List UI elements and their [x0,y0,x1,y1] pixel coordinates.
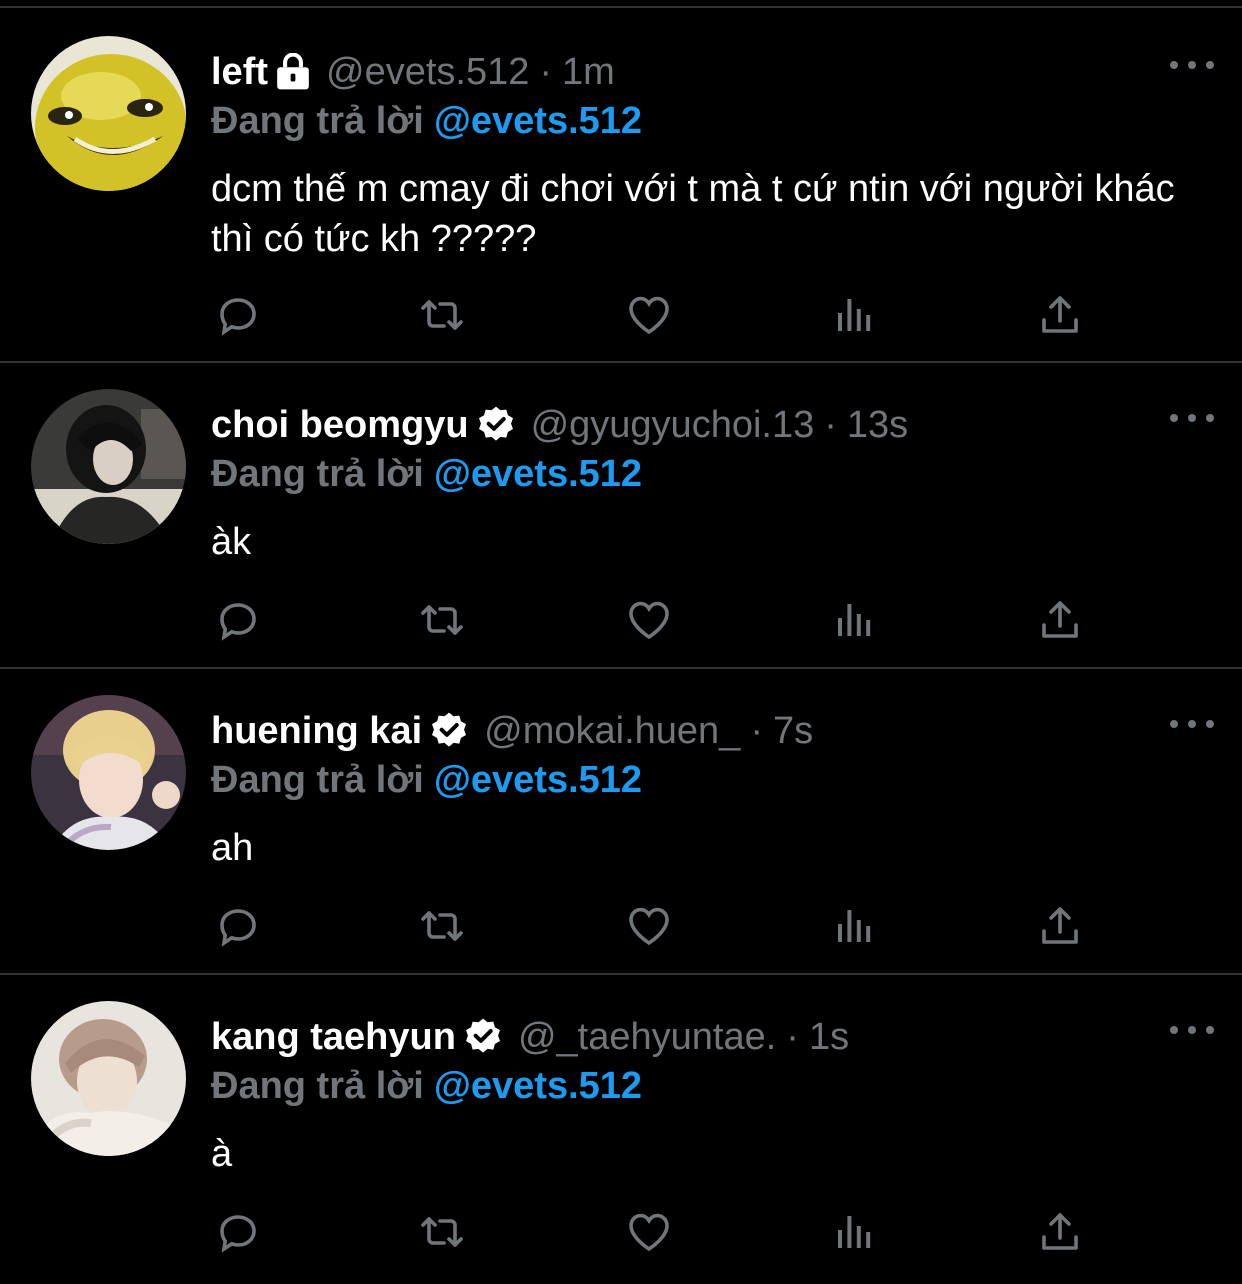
tweet-text: à [211,1133,233,1175]
handle[interactable]: @evets.512 [326,51,529,94]
like-icon[interactable] [622,1207,676,1257]
action-bar [211,290,1091,340]
reply-prefix: Đang trả lời [211,453,424,495]
reply-icon[interactable] [211,1207,265,1257]
separator-dot: · [539,50,553,93]
tweet[interactable]: huening kai @mokai.huen_ · 7s Đang trả l… [0,669,1242,975]
tweet-text: ah [211,827,254,869]
replying-to: Đang trả lời @evets.512 [211,1065,642,1108]
reply-mention-link[interactable]: @evets.512 [434,453,642,495]
tweet-header: choi beomgyu @gyugyuchoi.13 · 13s [211,399,908,451]
analytics-icon[interactable] [828,595,882,645]
avatar[interactable] [31,1001,186,1156]
like-icon[interactable] [622,290,676,340]
reply-mention-link[interactable]: @evets.512 [434,1065,642,1107]
timestamp[interactable]: 1s [809,1016,849,1059]
tweet[interactable]: choi beomgyu @gyugyuchoi.13 · 13s Đang t… [0,363,1242,669]
separator-dot: · [750,709,763,752]
timestamp[interactable]: 13s [847,404,908,447]
analytics-icon[interactable] [828,1207,882,1257]
more-options-icon[interactable] [1170,1019,1214,1041]
reply-prefix: Đang trả lời [211,759,424,801]
action-bar [211,1207,1091,1257]
more-options-icon[interactable] [1170,407,1214,429]
avatar[interactable] [31,36,186,191]
separator-dot: · [824,403,837,446]
analytics-icon[interactable] [828,901,882,951]
tweet[interactable]: left @evets.512 · 1m Đang trả lời @evets.… [0,10,1242,363]
timestamp[interactable]: 1m [562,51,615,94]
reply-mention-link[interactable]: @evets.512 [434,759,642,801]
reply-icon[interactable] [211,290,265,340]
reply-mention-link[interactable]: @evets.512 [434,100,642,142]
tweet-text: dcm thế m cmay đi chơi với t mà t cứ nti… [211,168,1175,260]
reply-icon[interactable] [211,901,265,951]
like-icon[interactable] [622,595,676,645]
timestamp[interactable]: 7s [773,710,813,753]
lock-icon [274,53,312,91]
like-icon[interactable] [622,901,676,951]
reply-prefix: Đang trả lời [211,100,424,142]
verified-icon [428,710,470,752]
retweet-icon[interactable] [415,595,469,645]
replying-to: Đang trả lời @evets.512 [211,100,642,143]
handle[interactable]: @mokai.huen_ [484,710,740,753]
tweet-header: huening kai @mokai.huen_ · 7s [211,705,813,757]
more-options-icon[interactable] [1170,713,1214,735]
handle[interactable]: @gyugyuchoi.13 [531,404,815,447]
tweet-text: àk [211,521,252,563]
verified-icon [475,404,517,446]
reply-icon[interactable] [211,595,265,645]
display-name[interactable]: huening kai [211,710,422,753]
replying-to: Đang trả lời @evets.512 [211,759,642,802]
verified-icon [462,1016,504,1058]
avatar[interactable] [31,695,186,850]
more-options-icon[interactable] [1170,54,1214,76]
tweet-header: left @evets.512 · 1m [211,46,615,98]
avatar[interactable] [31,389,186,544]
separator-dot: · [786,1015,799,1058]
retweet-icon[interactable] [415,290,469,340]
reply-prefix: Đang trả lời [211,1065,424,1107]
share-icon[interactable] [1033,595,1087,645]
retweet-icon[interactable] [415,1207,469,1257]
tweet[interactable]: kang taehyun @_taehyuntae. · 1s Đang trả… [0,975,1242,1284]
handle[interactable]: @_taehyuntae. [518,1016,776,1059]
tweet-header: kang taehyun @_taehyuntae. · 1s [211,1011,849,1063]
share-icon[interactable] [1033,290,1087,340]
analytics-icon[interactable] [828,290,882,340]
action-bar [211,595,1091,645]
share-icon[interactable] [1033,901,1087,951]
top-divider [0,0,1242,8]
retweet-icon[interactable] [415,901,469,951]
display-name[interactable]: left [211,51,268,94]
action-bar [211,901,1091,951]
share-icon[interactable] [1033,1207,1087,1257]
replying-to: Đang trả lời @evets.512 [211,453,642,496]
display-name[interactable]: kang taehyun [211,1016,456,1059]
display-name[interactable]: choi beomgyu [211,404,469,447]
